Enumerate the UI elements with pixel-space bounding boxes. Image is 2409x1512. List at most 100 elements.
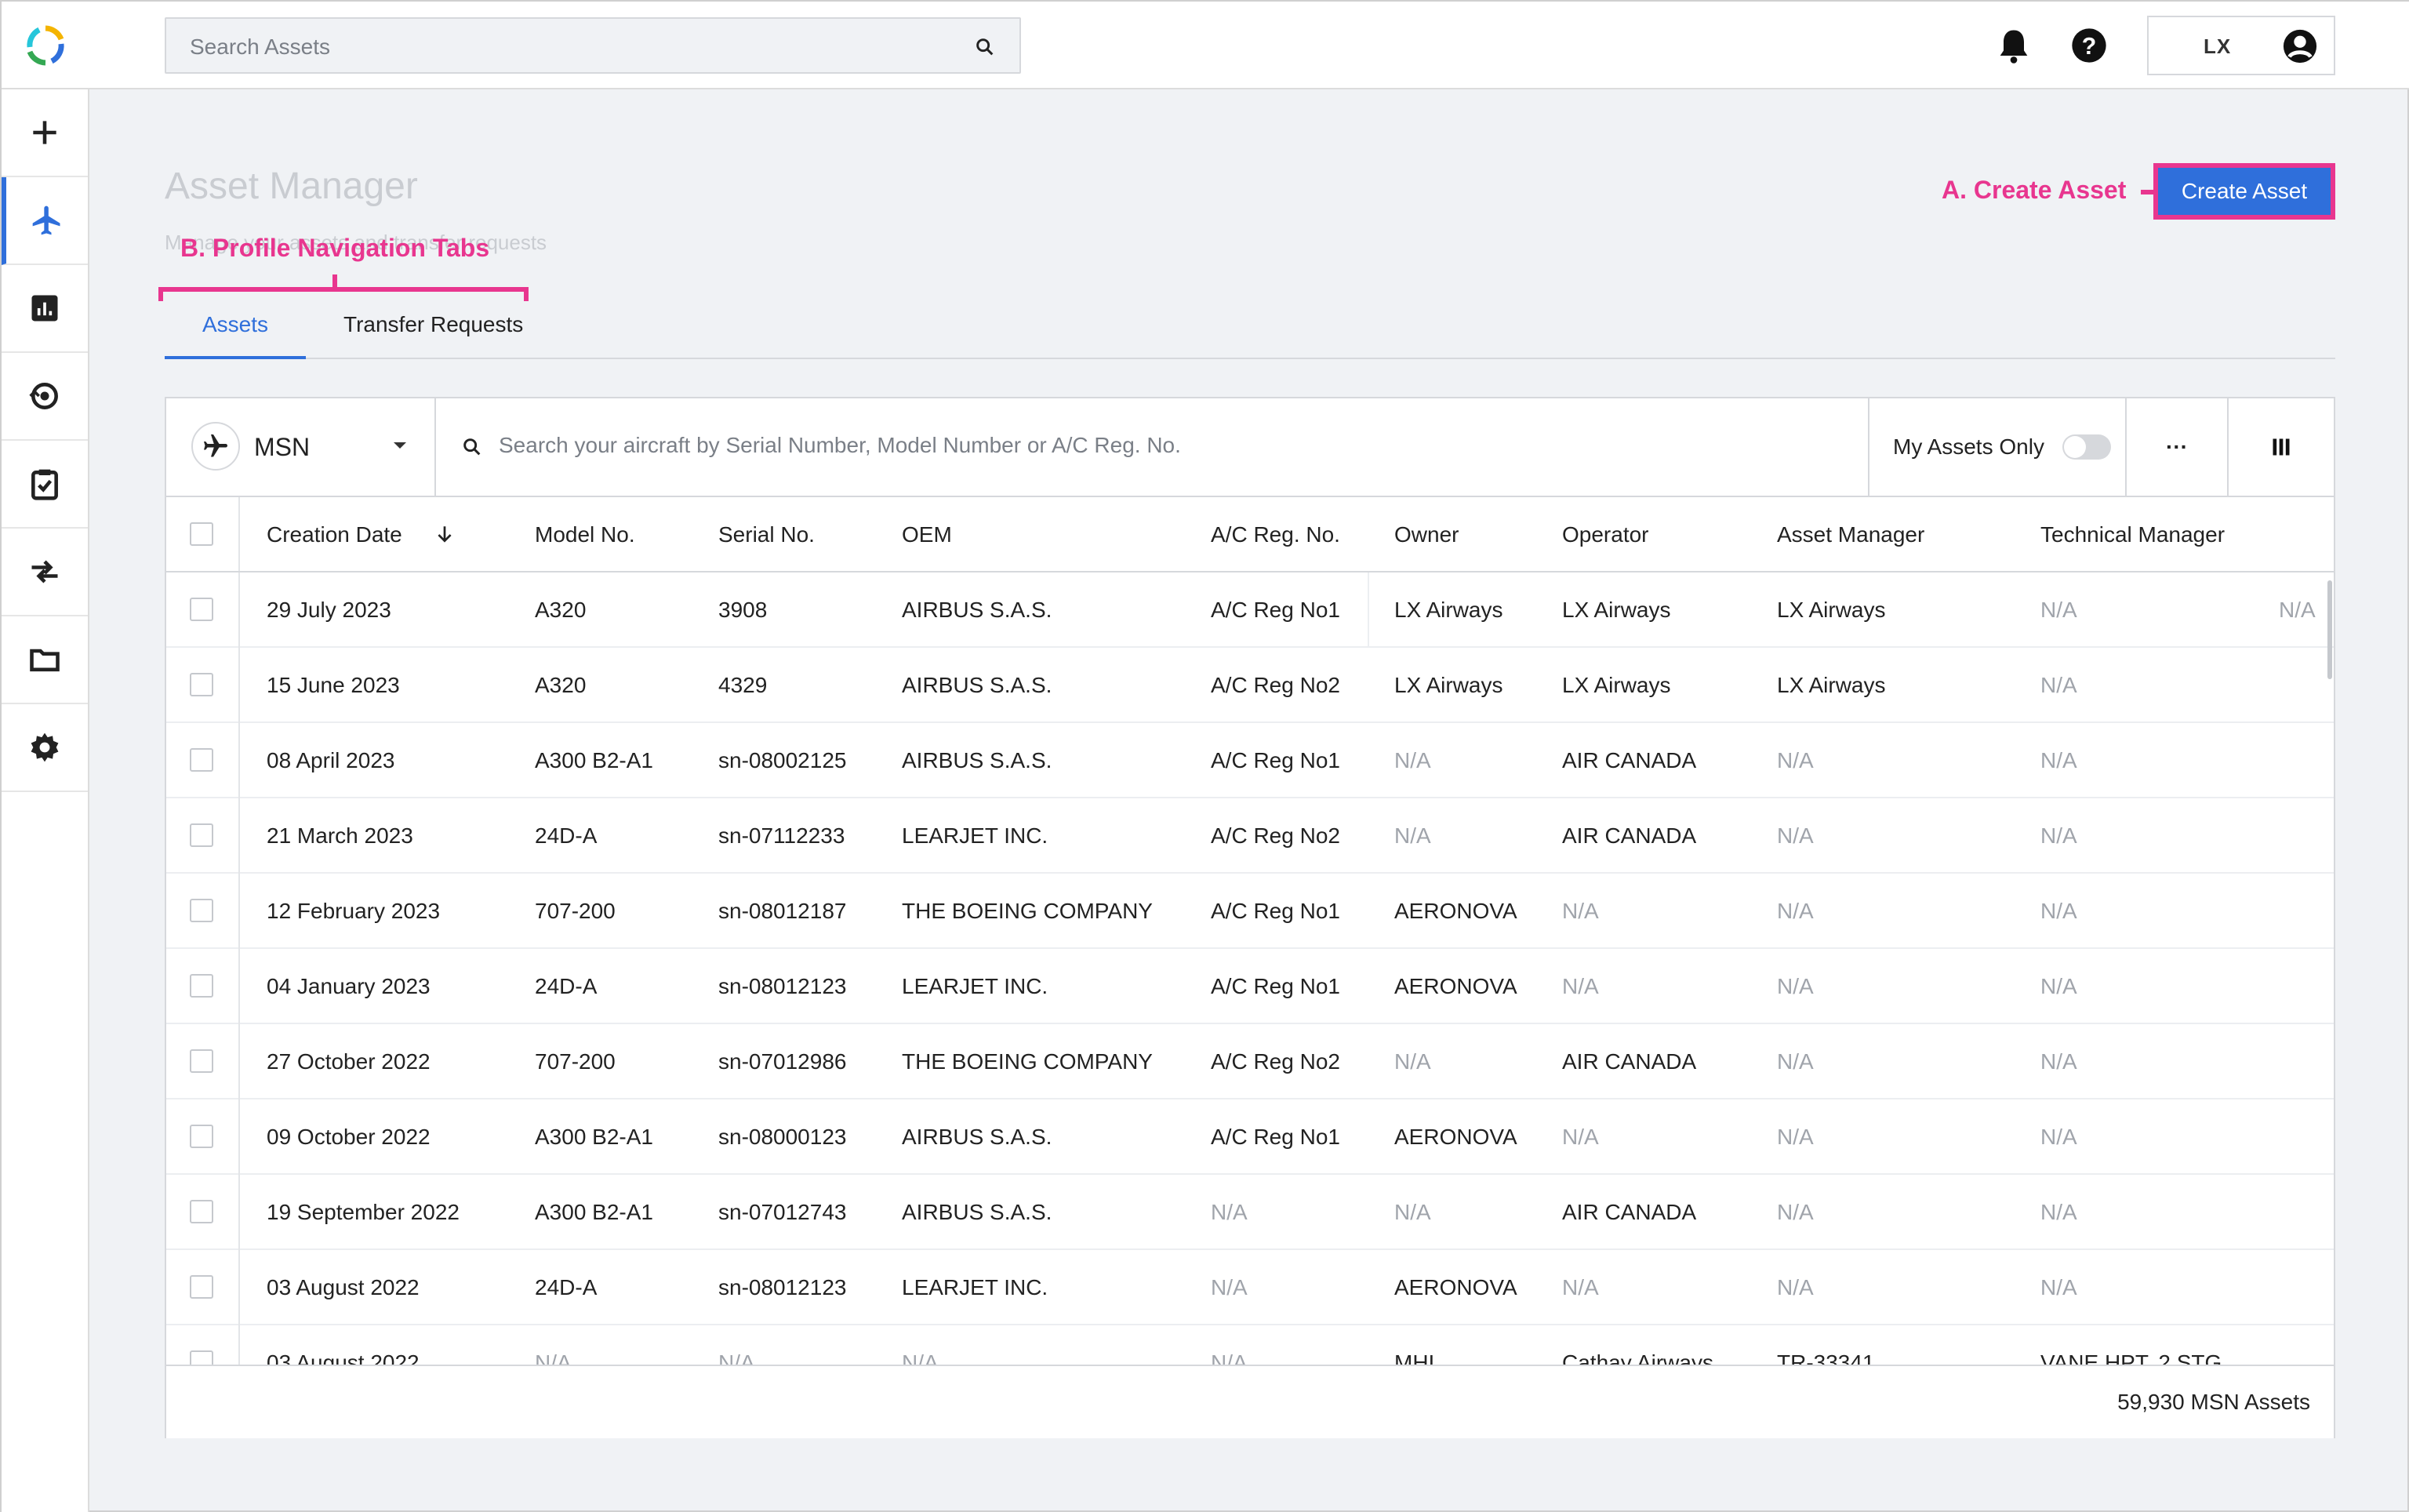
cell-oem: LEARJET INC. (902, 1275, 1048, 1299)
cell-model-no: 24D-A (535, 1275, 598, 1299)
filter-bar: MSN Search your aircraft by Serial Numbe… (166, 398, 2334, 497)
table-row[interactable]: 03 August 2022 24D-A sn-08012123 LEARJET IN… (166, 1250, 2334, 1325)
create-asset-button[interactable]: Create Asset (2153, 163, 2335, 220)
sidebar-item-transfers[interactable] (2, 529, 88, 616)
folder-icon (30, 649, 60, 672)
sidebar-item-settings[interactable] (2, 704, 88, 792)
table-footer: 59,930 MSN Assets (166, 1365, 2334, 1438)
row-checkbox[interactable] (190, 823, 213, 847)
cell-serial-no: sn-08012123 (718, 974, 847, 998)
cell-serial-no: sn-08012123 (718, 1275, 847, 1299)
col-operator[interactable]: Operator (1562, 522, 1649, 547)
row-checkbox[interactable] (190, 1200, 213, 1223)
cell-creation-date: 03 August 2022 (267, 1350, 420, 1365)
cell-serial-no: sn-08000123 (718, 1125, 847, 1149)
sidebar-item-tracking[interactable] (2, 353, 88, 441)
cell-owner: AERONOVA (1394, 1275, 1517, 1299)
table-row[interactable]: 27 October 2022 707-200 sn-07012986 THE BOE… (166, 1024, 2334, 1099)
arrow-down-icon[interactable] (434, 524, 455, 544)
sidebar-item-tasks[interactable] (2, 441, 88, 529)
sidebar-item-add[interactable] (2, 89, 88, 177)
table-row[interactable]: 19 September 2022 A300 B2-A1 sn-07012743 AI… (166, 1175, 2334, 1250)
sync-icon (29, 383, 58, 409)
cell-model-no: A300 B2-A1 (535, 1200, 653, 1224)
table-row[interactable]: 03 August 2022 N/A N/A N/A N/A MHI Cathay Airw… (166, 1325, 2334, 1365)
row-checkbox[interactable] (190, 974, 213, 998)
row-select-cell (166, 874, 240, 949)
view-columns-icon (2273, 438, 2290, 456)
cell-model-no: N/A (535, 1350, 572, 1365)
cell-serial-no: 4329 (718, 673, 768, 697)
row-checkbox[interactable] (190, 1049, 213, 1073)
col-ac-reg-no[interactable]: A/C Reg. No. (1211, 522, 1340, 547)
col-creation-date[interactable]: Creation Date (267, 522, 402, 547)
col-oem[interactable]: OEM (902, 522, 952, 547)
table-body: 29 July 2023 A320 3908 AIRBUS S.A.S. A/C Reg… (166, 572, 2334, 1365)
row-checkbox[interactable] (190, 1125, 213, 1148)
cell-technical-manager: N/A (2040, 1125, 2077, 1149)
more-options-button[interactable]: ··· (2127, 398, 2229, 496)
row-select-cell (166, 798, 240, 874)
search-icon (463, 438, 481, 456)
bell-icon[interactable] (1993, 25, 2034, 66)
tab-assets[interactable]: Assets (202, 312, 268, 337)
row-checkbox[interactable] (190, 673, 213, 696)
cell-asset-manager: N/A (1777, 1200, 1814, 1224)
columns-button[interactable] (2229, 398, 2334, 496)
col-asset-manager[interactable]: Asset Manager (1777, 522, 1924, 547)
help-icon[interactable]: ? (2069, 25, 2109, 66)
aircraft-search-input[interactable]: Search your aircraft by Serial Number, M… (499, 433, 1181, 458)
global-search-input[interactable]: Search Assets (165, 17, 1021, 74)
cell-asset-manager: N/A (1777, 974, 1814, 998)
annotation-profile-tabs: B. Profile Navigation Tabs (180, 234, 490, 262)
row-select-cell (166, 572, 240, 648)
cell-owner: N/A (1394, 748, 1431, 772)
row-checkbox[interactable] (190, 899, 213, 922)
sidebar-item-reports[interactable] (2, 265, 88, 353)
row-checkbox[interactable] (190, 598, 213, 621)
col-technical-manager[interactable]: Technical Manager (2040, 522, 2225, 547)
search-icon[interactable] (974, 36, 996, 58)
col-serial-no[interactable]: Serial No. (718, 522, 815, 547)
cell-model-no: A320 (535, 673, 587, 697)
cell-owner: AERONOVA (1394, 974, 1517, 998)
sidebar-item-files[interactable] (2, 616, 88, 704)
row-select-cell (166, 1250, 240, 1325)
my-assets-toggle[interactable] (2062, 434, 2111, 460)
chart-icon (31, 295, 58, 322)
table-row[interactable]: 08 April 2023 A300 B2-A1 sn-08002125 AIRBUS… (166, 723, 2334, 798)
select-all-checkbox[interactable] (190, 522, 213, 546)
cell-model-no: A320 (535, 598, 587, 622)
app-logo-icon[interactable] (25, 25, 66, 66)
cell-asset-manager: N/A (1777, 748, 1814, 772)
cell-owner: N/A (1394, 1200, 1431, 1224)
cell-oem: LEARJET INC. (902, 823, 1048, 848)
cell-creation-date: 15 June 2023 (267, 673, 400, 697)
vertical-scrollbar[interactable] (2327, 580, 2332, 679)
cell-ac-reg-no: A/C Reg No2 (1211, 673, 1340, 697)
cell-operator: Cathay Airways (1562, 1350, 1713, 1365)
col-model-no[interactable]: Model No. (535, 522, 635, 547)
account-circle-icon (2283, 29, 2317, 64)
row-checkbox[interactable] (190, 748, 213, 772)
cell-operator: N/A (1562, 899, 1599, 923)
user-menu-button[interactable]: LX (2147, 16, 2335, 75)
table-row[interactable]: 21 March 2023 24D-A sn-07112233 LEARJET INC… (166, 798, 2334, 874)
user-initials: LX (2204, 35, 2232, 58)
cell-operator: N/A (1562, 1125, 1599, 1149)
table-row[interactable]: 04 January 2023 24D-A sn-08012123 LEARJET I… (166, 949, 2334, 1024)
row-checkbox[interactable] (190, 1350, 213, 1365)
table-row[interactable]: 15 June 2023 A320 4329 AIRBUS S.A.S. A/C Reg… (166, 648, 2334, 723)
cell-technical-manager: N/A (2040, 748, 2077, 772)
table-row[interactable]: 12 February 2023 707-200 sn-08012187 THE BO… (166, 874, 2334, 949)
col-owner[interactable]: Owner (1394, 522, 1459, 547)
cell-technical-manager: N/A (2040, 673, 2077, 697)
sidebar-item-assets[interactable] (2, 177, 88, 265)
tab-transfer-requests[interactable]: Transfer Requests (343, 312, 523, 337)
cell-technical-manager: N/A (2040, 598, 2077, 622)
table-row[interactable]: 29 July 2023 A320 3908 AIRBUS S.A.S. A/C Reg… (166, 572, 2334, 648)
row-checkbox[interactable] (190, 1275, 213, 1299)
asset-type-select[interactable]: MSN (166, 398, 436, 496)
table-row[interactable]: 09 October 2022 A300 B2-A1 sn-08000123 AIRB… (166, 1099, 2334, 1175)
search-placeholder: Search Assets (190, 35, 330, 59)
